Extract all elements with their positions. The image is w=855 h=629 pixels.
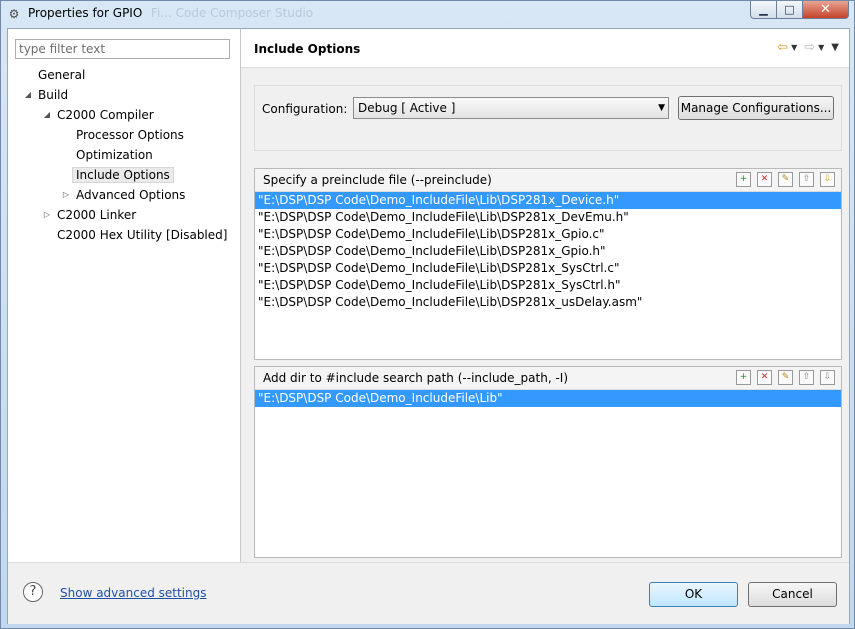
ok-button[interactable]: OK: [649, 582, 738, 607]
page-header: Include Options ⇦ ▼ ⇨ ▼ ▼: [241, 29, 849, 68]
move-up-icon[interactable]: ⇧: [799, 370, 814, 385]
list-item[interactable]: "E:\DSP\DSP Code\Demo_IncludeFile\Lib\DS…: [255, 260, 841, 277]
edit-icon[interactable]: ✎: [778, 370, 793, 385]
tree-item-build[interactable]: ◢ Build: [25, 86, 68, 104]
list-item[interactable]: "E:\DSP\DSP Code\Demo_IncludeFile\Lib\DS…: [255, 294, 841, 311]
maximize-icon: □: [784, 3, 795, 16]
close-button[interactable]: ✕: [803, 1, 849, 19]
expanded-arrow-icon[interactable]: ◢: [42, 106, 52, 124]
page-title: Include Options: [254, 42, 361, 56]
preinclude-list: "E:\DSP\DSP Code\Demo_IncludeFile\Lib\DS…: [255, 192, 841, 311]
list-item[interactable]: "E:\DSP\DSP Code\Demo_IncludeFile\Lib\DS…: [255, 209, 841, 226]
include-path-header: Add dir to #include search path (--inclu…: [255, 367, 841, 390]
tree-item-general[interactable]: General: [38, 66, 85, 84]
navigation-pane: type filter text General ◢ Build ◢ C2000…: [8, 29, 241, 562]
maximize-button[interactable]: □: [777, 1, 803, 19]
window-title: Properties for GPIO: [28, 6, 143, 20]
show-advanced-settings-link[interactable]: Show advanced settings: [60, 586, 207, 600]
forward-dropdown-icon[interactable]: ▼: [818, 43, 824, 52]
move-up-icon[interactable]: ⇧: [799, 172, 814, 187]
dialog-client: type filter text General ◢ Build ◢ C2000…: [7, 28, 850, 624]
configuration-value: Debug [ Active ]: [358, 101, 456, 115]
tree-item-c2000-compiler[interactable]: ◢ C2000 Compiler: [44, 106, 154, 124]
list-item[interactable]: "E:\DSP\DSP Code\Demo_IncludeFile\Lib\DS…: [255, 226, 841, 243]
collapsed-arrow-icon[interactable]: ▷: [61, 186, 71, 204]
chevron-down-icon: ▼: [658, 103, 665, 113]
expanded-arrow-icon[interactable]: ◢: [23, 86, 33, 104]
dialog-footer: ? Show advanced settings OK Cancel: [8, 562, 849, 624]
add-icon[interactable]: +: [736, 370, 751, 385]
list-item[interactable]: "E:\DSP\DSP Code\Demo_IncludeFile\Lib\DS…: [255, 277, 841, 294]
move-down-icon[interactable]: ⇩: [820, 172, 835, 187]
preinclude-toolbar: + ✕ ✎ ⇧ ⇩: [736, 172, 835, 187]
view-menu-icon[interactable]: ▼: [831, 42, 839, 53]
tree-item-advanced-options[interactable]: ▷ Advanced Options: [63, 186, 185, 204]
history-navigation: ⇦ ▼ ⇨ ▼ ▼: [777, 40, 843, 55]
title-bar[interactable]: ⚙ Properties for GPIO Fi... Code Compose…: [1, 1, 854, 27]
move-down-icon[interactable]: ⇩: [820, 370, 835, 385]
tree-item-c2000-linker[interactable]: ▷ C2000 Linker: [44, 206, 136, 224]
tree-item-processor-options[interactable]: Processor Options: [76, 126, 184, 144]
list-item[interactable]: "E:\DSP\DSP Code\Demo_IncludeFile\Lib": [255, 390, 841, 407]
minimize-icon: ▁: [759, 3, 768, 16]
edit-icon[interactable]: ✎: [778, 172, 793, 187]
delete-icon[interactable]: ✕: [757, 172, 772, 187]
configuration-label: Configuration:: [262, 102, 348, 116]
configuration-select[interactable]: Debug [ Active ] ▼: [353, 97, 669, 119]
filter-input[interactable]: type filter text: [15, 39, 230, 59]
close-icon: ✕: [820, 2, 831, 17]
configuration-group: Configuration: Debug [ Active ] ▼ Manage…: [254, 85, 842, 151]
add-icon[interactable]: +: [736, 172, 751, 187]
include-path-toolbar: + ✕ ✎ ⇧ ⇩: [736, 370, 835, 385]
properties-dialog: ⚙ Properties for GPIO Fi... Code Compose…: [0, 0, 855, 629]
include-path-title: Add dir to #include search path (--inclu…: [263, 371, 569, 385]
forward-icon[interactable]: ⇨: [804, 40, 815, 55]
preinclude-header: Specify a preinclude file (--preinclude)…: [255, 169, 841, 192]
background-window-title: Fi... Code Composer Studio: [151, 6, 314, 20]
include-path-list: "E:\DSP\DSP Code\Demo_IncludeFile\Lib": [255, 390, 841, 407]
include-path-group: Add dir to #include search path (--inclu…: [254, 366, 842, 558]
collapsed-arrow-icon[interactable]: ▷: [42, 206, 52, 224]
back-icon[interactable]: ⇦: [777, 40, 788, 55]
preinclude-title: Specify a preinclude file (--preinclude): [263, 173, 492, 187]
properties-page: Include Options ⇦ ▼ ⇨ ▼ ▼ Configuration:…: [241, 29, 849, 562]
list-item[interactable]: "E:\DSP\DSP Code\Demo_IncludeFile\Lib\DS…: [255, 243, 841, 260]
preinclude-group: Specify a preinclude file (--preinclude)…: [254, 168, 842, 360]
list-item[interactable]: "E:\DSP\DSP Code\Demo_IncludeFile\Lib\DS…: [255, 192, 841, 209]
cancel-button[interactable]: Cancel: [748, 582, 837, 607]
delete-icon[interactable]: ✕: [757, 370, 772, 385]
help-icon[interactable]: ?: [23, 582, 43, 602]
app-icon: ⚙: [8, 7, 20, 21]
window-controls: ▁ □ ✕: [750, 1, 849, 20]
minimize-button[interactable]: ▁: [750, 1, 777, 19]
tree-item-include-options[interactable]: Include Options: [72, 166, 174, 184]
tree-item-optimization[interactable]: Optimization: [76, 146, 153, 164]
back-dropdown-icon[interactable]: ▼: [791, 43, 797, 52]
manage-configurations-button[interactable]: Manage Configurations...: [678, 96, 834, 120]
tree-item-c2000-hex-utility[interactable]: C2000 Hex Utility [Disabled]: [57, 226, 227, 244]
